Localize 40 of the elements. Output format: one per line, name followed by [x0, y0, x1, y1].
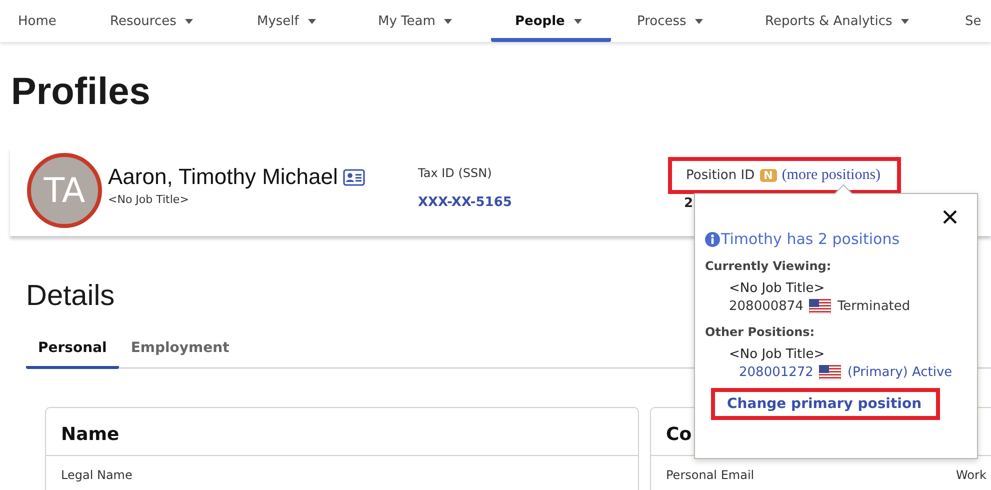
position-id-label: Position ID	[686, 168, 755, 183]
nav-menu-item[interactable]: Process	[637, 0, 765, 42]
position-title: <No Job Title>	[729, 347, 826, 362]
position-number[interactable]: 208001272	[739, 365, 814, 380]
contact-card-icon[interactable]	[342, 168, 365, 186]
nav-menu-item[interactable]: Resources	[110, 0, 257, 42]
section-heading: Details	[26, 279, 115, 314]
nav-menu-item[interactable]: My Team	[378, 0, 491, 42]
field-label: Legal Name	[61, 468, 134, 482]
employee-name: Aaron, Timothy Michael	[108, 164, 338, 190]
tab[interactable]: Employment	[118, 332, 242, 369]
tab[interactable]: Personal	[26, 332, 119, 369]
tax-id-label: Tax ID (SSN)	[418, 166, 493, 180]
popover-heading: Timothy has 2 positions	[721, 230, 900, 248]
section-label: Other Positions:	[705, 325, 816, 339]
info-icon	[705, 232, 720, 246]
tax-id-value: XXX-XX-5165	[418, 195, 513, 210]
avatar: TA	[27, 153, 102, 228]
section-label: Currently Viewing:	[705, 259, 832, 273]
change-primary-position-button[interactable]: Change primary position	[711, 388, 940, 420]
nav-menu-item[interactable]: Home	[18, 0, 110, 42]
nav-menu-item[interactable]: Se	[965, 0, 982, 42]
field-label: Personal Email	[666, 468, 756, 482]
position-title: <No Job Title>	[729, 281, 826, 296]
job-title: <No Job Title>	[108, 193, 190, 206]
page-title: Profiles	[11, 70, 152, 114]
flag-icon	[809, 299, 832, 314]
nav-menu-item[interactable]: People	[491, 0, 611, 42]
nav-menu-item[interactable]: Reports & Analytics	[765, 0, 965, 42]
position-status: Terminated	[837, 299, 910, 314]
nav-menu-item[interactable]: Myself	[257, 0, 378, 42]
card-title: Name	[46, 408, 638, 456]
position-number: 208000874	[729, 299, 804, 314]
flag-icon	[819, 365, 842, 380]
more-positions-link[interactable]: (more positions)	[782, 167, 881, 184]
field-label: Work	[956, 468, 988, 482]
position-id-value: 2	[684, 196, 694, 211]
close-icon[interactable]	[943, 210, 957, 224]
status-badge: N	[760, 169, 777, 182]
position-status[interactable]: (Primary) Active	[847, 365, 952, 380]
